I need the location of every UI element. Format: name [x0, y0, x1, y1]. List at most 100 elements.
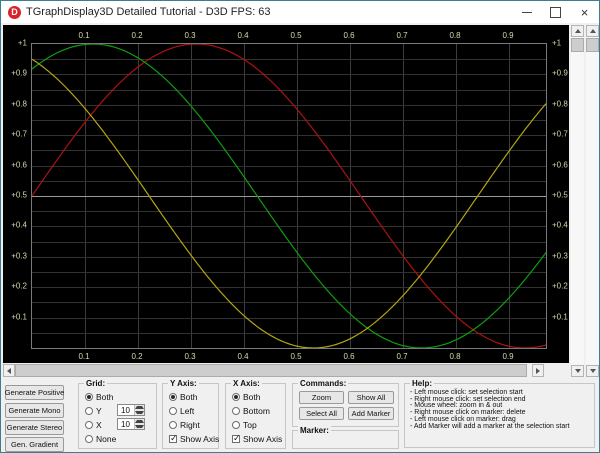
x-axis-show-axis-checkbox[interactable]: Show Axis — [232, 433, 282, 444]
option-label: Top — [243, 419, 257, 430]
app-window: D TGraphDisplay3D Detailed Tutorial - D3… — [0, 0, 600, 453]
scroll-left-button[interactable] — [3, 364, 15, 377]
help-line: - Add Marker will add a marker at the se… — [410, 422, 570, 430]
radio-icon — [232, 420, 240, 429]
maximize-button[interactable] — [541, 1, 570, 23]
y-axis-tick-label: +1 — [552, 38, 562, 48]
option-label: Right — [180, 419, 200, 430]
radio-icon — [85, 420, 93, 429]
generate-positive-button[interactable]: Generate Positive — [5, 385, 64, 400]
app-icon: D — [8, 5, 21, 19]
x-axis-tick-label: 0.1 — [78, 31, 90, 40]
horizontal-scrollbar[interactable] — [3, 364, 544, 377]
y-axis-tick-label: +0.5 — [11, 190, 27, 200]
radio-icon — [232, 392, 240, 401]
x-axis-labels-bottom: 0.1 0.2 0.3 0.4 0.5 0.6 0.7 0.8 0.9 — [31, 352, 545, 362]
close-button[interactable]: × — [570, 1, 599, 23]
grid-x-count-spinner[interactable]: 10 — [117, 418, 145, 430]
spinner-down-icon[interactable] — [135, 410, 144, 415]
x-axis-option-top[interactable]: Top — [232, 419, 257, 430]
grid-option-y[interactable]: Y — [85, 405, 102, 416]
y-axis-option-right[interactable]: Right — [169, 419, 200, 430]
zoom-button[interactable]: Zoom — [299, 391, 344, 404]
y-axis-tick-label: +0.5 — [552, 190, 568, 200]
vertical-scrollbar-2[interactable] — [586, 25, 599, 377]
x-axis-tick-label: 0.3 — [184, 31, 196, 40]
radio-icon — [169, 420, 177, 429]
y-axis-tick-label: +0.2 — [552, 281, 568, 291]
checkbox-icon — [232, 433, 241, 444]
x-axis-labels-top: 0.1 0.2 0.3 0.4 0.5 0.6 0.7 0.8 0.9 — [31, 31, 545, 41]
vertical-scroll-thumb-1[interactable] — [571, 38, 584, 52]
grid-y-count-spinner[interactable]: 10 — [117, 404, 145, 416]
grid-option-none[interactable]: None — [85, 433, 116, 444]
x-axis-option-both[interactable]: Both — [232, 391, 261, 402]
x-axis-tick-label: 0.5 — [290, 352, 302, 361]
radio-icon — [169, 392, 177, 401]
spinner-arrows — [134, 405, 144, 415]
y-axis-tick-label: +0.6 — [552, 160, 568, 170]
add-marker-button[interactable]: Add Marker — [348, 407, 394, 420]
x-axis-option-bottom[interactable]: Bottom — [232, 405, 270, 416]
grid-option-both[interactable]: Both — [85, 391, 114, 402]
option-label: Bottom — [243, 405, 270, 416]
scroll-down-button-1[interactable] — [571, 365, 584, 377]
scroll-right-button[interactable] — [532, 364, 544, 377]
help-group: Help: - Left mouse click: set selection … — [404, 379, 595, 448]
y-axis-tick-label: +0.6 — [11, 160, 27, 170]
scroll-up-button-2[interactable] — [586, 25, 599, 37]
y-axis-tick-label: +0.9 — [11, 68, 27, 78]
gen-gradient-button[interactable]: Gen. Gradient — [5, 437, 64, 452]
x-axis-tick-label: 0.8 — [449, 352, 461, 361]
title-bar: D TGraphDisplay3D Detailed Tutorial - D3… — [1, 1, 599, 23]
generate-stereo-button[interactable]: Generate Stereo — [5, 420, 64, 435]
arrow-down-icon — [589, 369, 596, 373]
y-axis-tick-label: +1 — [17, 38, 27, 48]
y-axis-show-axis-checkbox[interactable]: Show Axis — [169, 433, 219, 444]
show-all-button[interactable]: Show All — [348, 391, 394, 404]
plot-area[interactable] — [31, 43, 547, 349]
y-axis-tick-label: +0.8 — [11, 99, 27, 109]
grid-option-x[interactable]: X — [85, 419, 102, 430]
graph-display: +1 +0.9 +0.8 +0.7 +0.6 +0.5 +0.4 +0.3 +0.2 +0.1 +… — [3, 25, 569, 363]
arrow-up-icon — [574, 29, 581, 33]
scroll-down-button-2[interactable] — [586, 365, 599, 377]
maximize-icon — [550, 6, 561, 18]
arrow-left-icon — [7, 367, 11, 374]
commands-group: Commands: Zoom Show All Select All Add M… — [292, 379, 399, 427]
y-axis-option-left[interactable]: Left — [169, 405, 194, 416]
spinner-down-icon[interactable] — [135, 424, 144, 429]
option-label: None — [96, 433, 117, 444]
y-axis-option-both[interactable]: Both — [169, 391, 198, 402]
x-axis-tick-label: 0.4 — [237, 352, 249, 361]
option-label: Y — [96, 405, 102, 416]
commands-group-caption: Commands: — [298, 379, 349, 388]
marker-group-caption: Marker: — [298, 426, 331, 435]
y-axis-group: Y Axis: Both Left Right Show Axis — [162, 379, 219, 449]
vertical-scroll-thumb-2[interactable] — [586, 38, 599, 52]
checkbox-icon — [169, 433, 178, 444]
y-axis-labels-left: +1 +0.9 +0.8 +0.7 +0.6 +0.5 +0.4 +0.3 +0.2 +0.1 — [3, 39, 29, 347]
x-axis-tick-label: 0.2 — [131, 31, 143, 40]
arrow-right-icon — [536, 367, 540, 374]
x-axis-tick-label: 0.3 — [184, 352, 196, 361]
spinner-value: 10 — [121, 419, 130, 429]
series-red-sine — [32, 44, 546, 348]
generate-mono-button[interactable]: Generate Mono — [5, 403, 64, 418]
option-label: Left — [180, 405, 195, 416]
select-all-button[interactable]: Select All — [299, 407, 344, 420]
y-axis-tick-label: +0.1 — [11, 312, 27, 322]
option-label: Both — [96, 391, 114, 402]
x-axis-tick-label: 0.9 — [502, 352, 514, 361]
y-axis-tick-label: +0.3 — [552, 251, 568, 261]
minimize-icon — [521, 11, 532, 13]
minimize-button[interactable] — [512, 1, 541, 23]
scroll-up-button-1[interactable] — [571, 25, 584, 37]
horizontal-scroll-thumb[interactable] — [15, 364, 527, 377]
radio-icon — [85, 392, 93, 401]
x-axis-tick-label: 0.5 — [290, 31, 302, 40]
checkbox-label: Show Axis — [243, 433, 283, 444]
vertical-scrollbar-1[interactable] — [571, 25, 584, 377]
marker-group: Marker: — [292, 426, 399, 449]
option-label: X — [96, 419, 102, 430]
